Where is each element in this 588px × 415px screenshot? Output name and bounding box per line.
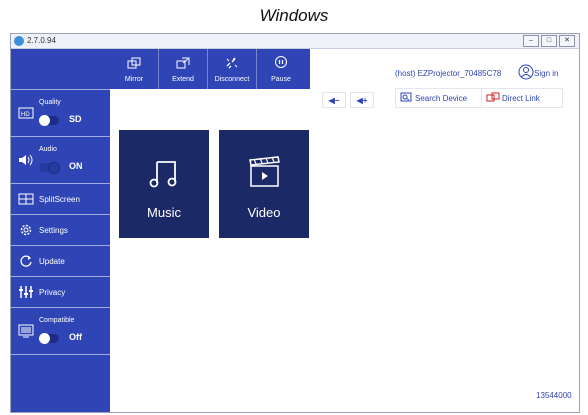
version-label: 2.7.0.94 [27,36,56,45]
quality-value: SD [69,114,82,124]
compatible-label: Compatible [39,317,75,324]
disconnect-button[interactable]: Disconnect [208,49,257,89]
music-icon [147,156,181,195]
disconnect-icon [225,56,239,74]
host-name: (host) EZProjector_70485C78 [395,69,502,78]
pause-button[interactable]: Pause [257,49,305,89]
title-bar: 2.7.0.94 – □ ✕ [11,34,579,49]
audio-toggle[interactable] [39,162,60,174]
mirror-icon [127,56,141,74]
direct-link-icon [486,92,500,104]
sidebar-item-update[interactable]: Update [11,245,110,276]
close-icon[interactable]: ✕ [559,35,575,47]
compatible-toggle[interactable] [39,333,59,344]
music-label: Music [147,205,181,220]
sign-in-label: Sign in [534,68,559,78]
direct-link-label: Direct Link [502,93,540,103]
minimize-icon[interactable]: – [523,35,539,47]
page-caption: Windows [259,6,329,25]
search-device-icon [400,92,412,104]
volume-down-button[interactable]: ◀− [322,92,346,108]
sidebar-item-compatible[interactable]: Compatible Off [11,307,110,355]
video-tile[interactable]: Video [219,130,309,238]
pause-label: Pause [271,76,291,83]
audio-label: Audio [39,146,57,153]
pause-icon [274,55,288,74]
app-logo-icon [14,36,24,46]
window-controls: – □ ✕ [523,35,575,47]
direct-link-button[interactable]: Direct Link [481,88,563,108]
extend-icon [176,56,190,74]
video-label: Video [247,205,281,220]
hd-icon: HD [17,104,35,122]
sign-in-button[interactable]: Sign in [518,64,558,82]
monitor-icon [17,322,35,340]
sliders-icon [17,283,35,301]
refresh-icon [17,252,35,270]
gear-icon [17,221,35,239]
status-code: 13544000 [536,391,572,400]
audio-value: ON [69,161,83,171]
search-device-button[interactable]: Search Device [395,88,485,108]
video-clapper-icon [246,154,282,195]
app-window: 2.7.0.94 – □ ✕ HD Quality SD Audio ON Sp… [10,33,580,413]
sidebar-item-splitscreen[interactable]: SplitScreen [11,183,110,214]
quality-label: Quality [39,99,61,106]
speaker-icon [17,151,35,169]
music-tile[interactable]: Music [119,130,209,238]
volume-up-button[interactable]: ◀+ [350,92,374,108]
maximize-icon[interactable]: □ [541,35,557,47]
compatible-value: Off [69,332,82,342]
extend-label: Extend [172,75,194,83]
sidebar-item-label: Settings [39,225,68,235]
volume-up-icon: ◀+ [356,95,368,105]
split-screen-icon [17,190,35,208]
search-device-label: Search Device [415,93,468,103]
extend-button[interactable]: Extend [159,49,208,89]
sidebar-item-audio[interactable]: Audio ON [11,136,110,183]
volume-down-icon: ◀− [328,95,340,105]
disconnect-label: Disconnect [214,75,250,83]
sidebar-header [11,49,110,89]
sidebar-item-label: SplitScreen [39,194,80,204]
sidebar-item-quality[interactable]: HD Quality SD [11,89,110,136]
quality-toggle[interactable] [39,115,59,126]
sidebar-item-privacy[interactable]: Privacy [11,276,110,307]
mirror-button[interactable]: Mirror [110,49,159,89]
sidebar: HD Quality SD Audio ON SplitScreen Setti… [11,49,110,412]
mirror-label: Mirror [124,75,144,83]
sidebar-item-label: Privacy [39,287,66,297]
svg-text:HD: HD [21,112,30,118]
sidebar-item-label: Update [39,256,65,266]
user-icon [518,64,534,82]
toolbar: Mirror Extend Disconnect Pause [110,49,310,89]
sidebar-item-settings[interactable]: Settings [11,214,110,245]
